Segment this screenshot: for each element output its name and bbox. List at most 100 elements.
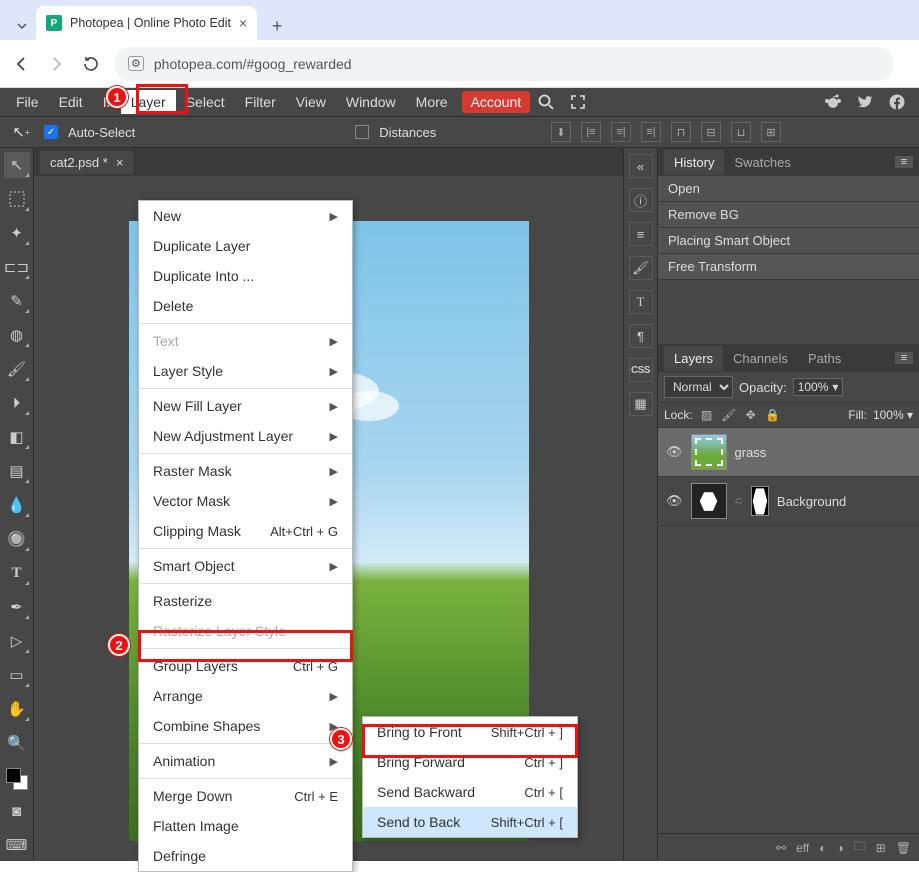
menu-file[interactable]: File bbox=[6, 90, 49, 114]
twitter-icon[interactable] bbox=[853, 90, 877, 114]
new-folder-icon[interactable]: 🗀 bbox=[854, 837, 866, 858]
marquee-tool[interactable] bbox=[4, 186, 30, 212]
tab-list-dropdown-icon[interactable] bbox=[8, 12, 36, 40]
address-bar[interactable]: ⚙ photopea.com/#goog_rewarded bbox=[114, 47, 894, 81]
reddit-icon[interactable] bbox=[821, 90, 845, 114]
layer-row-background[interactable]: 👁 ⊂ Background bbox=[658, 477, 919, 526]
blur-tool[interactable]: 💧 bbox=[4, 492, 30, 518]
menu-item-rasterize[interactable]: Rasterize bbox=[139, 586, 352, 616]
menu-item-raster-mask[interactable]: Raster Mask▶ bbox=[139, 456, 352, 486]
menu-item-group-layers[interactable]: Group LayersCtrl + G bbox=[139, 651, 352, 681]
crop-tool[interactable]: ⊏⊐ bbox=[4, 254, 30, 280]
brush-tool[interactable]: 🖌 bbox=[4, 356, 30, 382]
site-settings-icon[interactable]: ⚙ bbox=[128, 56, 144, 71]
opacity-value[interactable]: 100% ▾ bbox=[793, 378, 844, 396]
menu-item-bring-forward[interactable]: Bring ForwardCtrl + ] bbox=[363, 747, 577, 777]
layer-thumbnail[interactable] bbox=[691, 434, 727, 470]
gradient-tool[interactable]: ▤ bbox=[4, 458, 30, 484]
layer-row-grass[interactable]: 👁 grass bbox=[658, 428, 919, 477]
color-swatch[interactable] bbox=[6, 768, 28, 790]
document-close-icon[interactable]: × bbox=[116, 155, 124, 170]
menu-item-merge-down[interactable]: Merge DownCtrl + E bbox=[139, 781, 352, 811]
menu-more[interactable]: More bbox=[406, 90, 458, 114]
search-icon[interactable] bbox=[534, 90, 558, 114]
distances-checkbox[interactable] bbox=[355, 125, 369, 139]
move-tool[interactable]: ↖ bbox=[4, 152, 30, 178]
auto-select-checkbox[interactable]: ✓ bbox=[44, 125, 58, 139]
tab-layers[interactable]: Layers bbox=[664, 346, 723, 371]
tab-close-icon[interactable]: × bbox=[239, 15, 247, 31]
visibility-icon[interactable]: 👁 bbox=[666, 493, 683, 509]
lock-all-icon[interactable]: 🔒 bbox=[765, 407, 781, 423]
browser-tab[interactable]: P Photopea | Online Photo Edit × bbox=[36, 6, 257, 40]
new-layer-icon[interactable]: ⊞ bbox=[876, 841, 886, 855]
tab-history[interactable]: History bbox=[664, 150, 724, 175]
css-panel-icon[interactable]: CSS bbox=[629, 358, 653, 382]
add-mask-icon[interactable]: ◐ bbox=[819, 841, 826, 855]
menu-item-combine-shapes[interactable]: Combine Shapes▶ bbox=[139, 711, 352, 741]
history-item[interactable]: Placing Smart Object bbox=[658, 228, 919, 254]
shape-tool[interactable]: ▭ bbox=[4, 662, 30, 688]
menu-item-animation[interactable]: Animation▶ bbox=[139, 746, 352, 776]
adjustment-layer-icon[interactable]: ◑ bbox=[836, 841, 843, 855]
menu-item-duplicate-into-[interactable]: Duplicate Into ... bbox=[139, 261, 352, 291]
link-layers-icon[interactable]: ⚯ bbox=[776, 841, 786, 855]
menu-item-send-to-back[interactable]: Send to BackShift+Ctrl + [ bbox=[363, 807, 577, 837]
menu-window[interactable]: Window bbox=[336, 90, 406, 114]
delete-layer-icon[interactable]: 🗑 bbox=[896, 841, 911, 855]
back-icon[interactable] bbox=[12, 54, 32, 74]
history-item[interactable]: Free Transform bbox=[658, 254, 919, 280]
layer-name[interactable]: Background bbox=[777, 494, 911, 509]
reload-icon[interactable] bbox=[80, 54, 100, 74]
menu-view[interactable]: View bbox=[286, 90, 336, 114]
menu-item-smart-object[interactable]: Smart Object▶ bbox=[139, 551, 352, 581]
forward-icon[interactable] bbox=[46, 54, 66, 74]
menu-select[interactable]: Select bbox=[176, 90, 235, 114]
align-middle-icon[interactable]: ⊟ bbox=[701, 122, 721, 142]
eraser-tool[interactable]: ◧ bbox=[4, 424, 30, 450]
dodge-tool[interactable]: 🔘 bbox=[4, 526, 30, 552]
menu-item-arrange[interactable]: Arrange▶ bbox=[139, 681, 352, 711]
info-panel-icon[interactable]: ⓘ bbox=[629, 188, 653, 212]
wand-tool[interactable]: ✦ bbox=[4, 220, 30, 246]
document-tab[interactable]: cat2.psd * × bbox=[40, 151, 133, 174]
download-icon[interactable]: ⬇ bbox=[551, 122, 571, 142]
layer-thumbnail[interactable] bbox=[691, 483, 727, 519]
pen-tool[interactable]: ✒ bbox=[4, 594, 30, 620]
glyph-panel-icon[interactable]: ¶ bbox=[629, 324, 653, 348]
fill-value[interactable]: 100% ▾ bbox=[873, 408, 913, 422]
path-select-tool[interactable]: ▷ bbox=[4, 628, 30, 654]
brush-panel-icon[interactable]: 🖌 bbox=[629, 256, 653, 280]
layer-effects-icon[interactable]: eff bbox=[796, 841, 809, 855]
image-panel-icon[interactable]: ▦ bbox=[629, 392, 653, 416]
paragraph-panel-icon[interactable]: ≡ bbox=[629, 222, 653, 246]
lock-transparency-icon[interactable]: ▨ bbox=[699, 407, 715, 423]
lock-position-icon[interactable]: ✥ bbox=[743, 407, 759, 423]
keyboard-icon[interactable]: ⌨ bbox=[4, 832, 30, 858]
history-menu-icon[interactable]: ≡ bbox=[895, 156, 913, 168]
lock-paint-icon[interactable]: 🖌 bbox=[721, 407, 737, 423]
layers-menu-icon[interactable]: ≡ bbox=[895, 352, 913, 364]
tab-channels[interactable]: Channels bbox=[723, 346, 798, 371]
heal-tool[interactable]: ◍ bbox=[4, 322, 30, 348]
align-right-icon[interactable]: ≡| bbox=[641, 122, 661, 142]
layer-name[interactable]: grass bbox=[735, 445, 911, 460]
visibility-icon[interactable]: 👁 bbox=[666, 444, 683, 460]
blend-mode-select[interactable]: Normal bbox=[664, 376, 733, 398]
menu-layer[interactable]: Layer bbox=[121, 90, 176, 114]
menu-item-delete[interactable]: Delete bbox=[139, 291, 352, 321]
menu-item-clipping-mask[interactable]: Clipping MaskAlt+Ctrl + G bbox=[139, 516, 352, 546]
align-center-h-icon[interactable]: ≡| bbox=[611, 122, 631, 142]
expand-panels-icon[interactable]: « bbox=[629, 154, 653, 178]
menu-item-send-backward[interactable]: Send BackwardCtrl + [ bbox=[363, 777, 577, 807]
menu-item-vector-mask[interactable]: Vector Mask▶ bbox=[139, 486, 352, 516]
history-item[interactable]: Remove BG bbox=[658, 202, 919, 228]
menu-item-bring-to-front[interactable]: Bring to FrontShift+Ctrl + ] bbox=[363, 717, 577, 747]
stamp-tool[interactable]: ⏵ bbox=[4, 390, 30, 416]
menu-item-new[interactable]: New▶ bbox=[139, 201, 352, 231]
hand-tool[interactable]: ✋ bbox=[4, 696, 30, 722]
align-bottom-icon[interactable]: ⊔ bbox=[731, 122, 751, 142]
character-panel-icon[interactable]: T bbox=[629, 290, 653, 314]
menu-edit[interactable]: Edit bbox=[49, 90, 93, 114]
menu-item-new-adjustment-layer[interactable]: New Adjustment Layer▶ bbox=[139, 421, 352, 451]
